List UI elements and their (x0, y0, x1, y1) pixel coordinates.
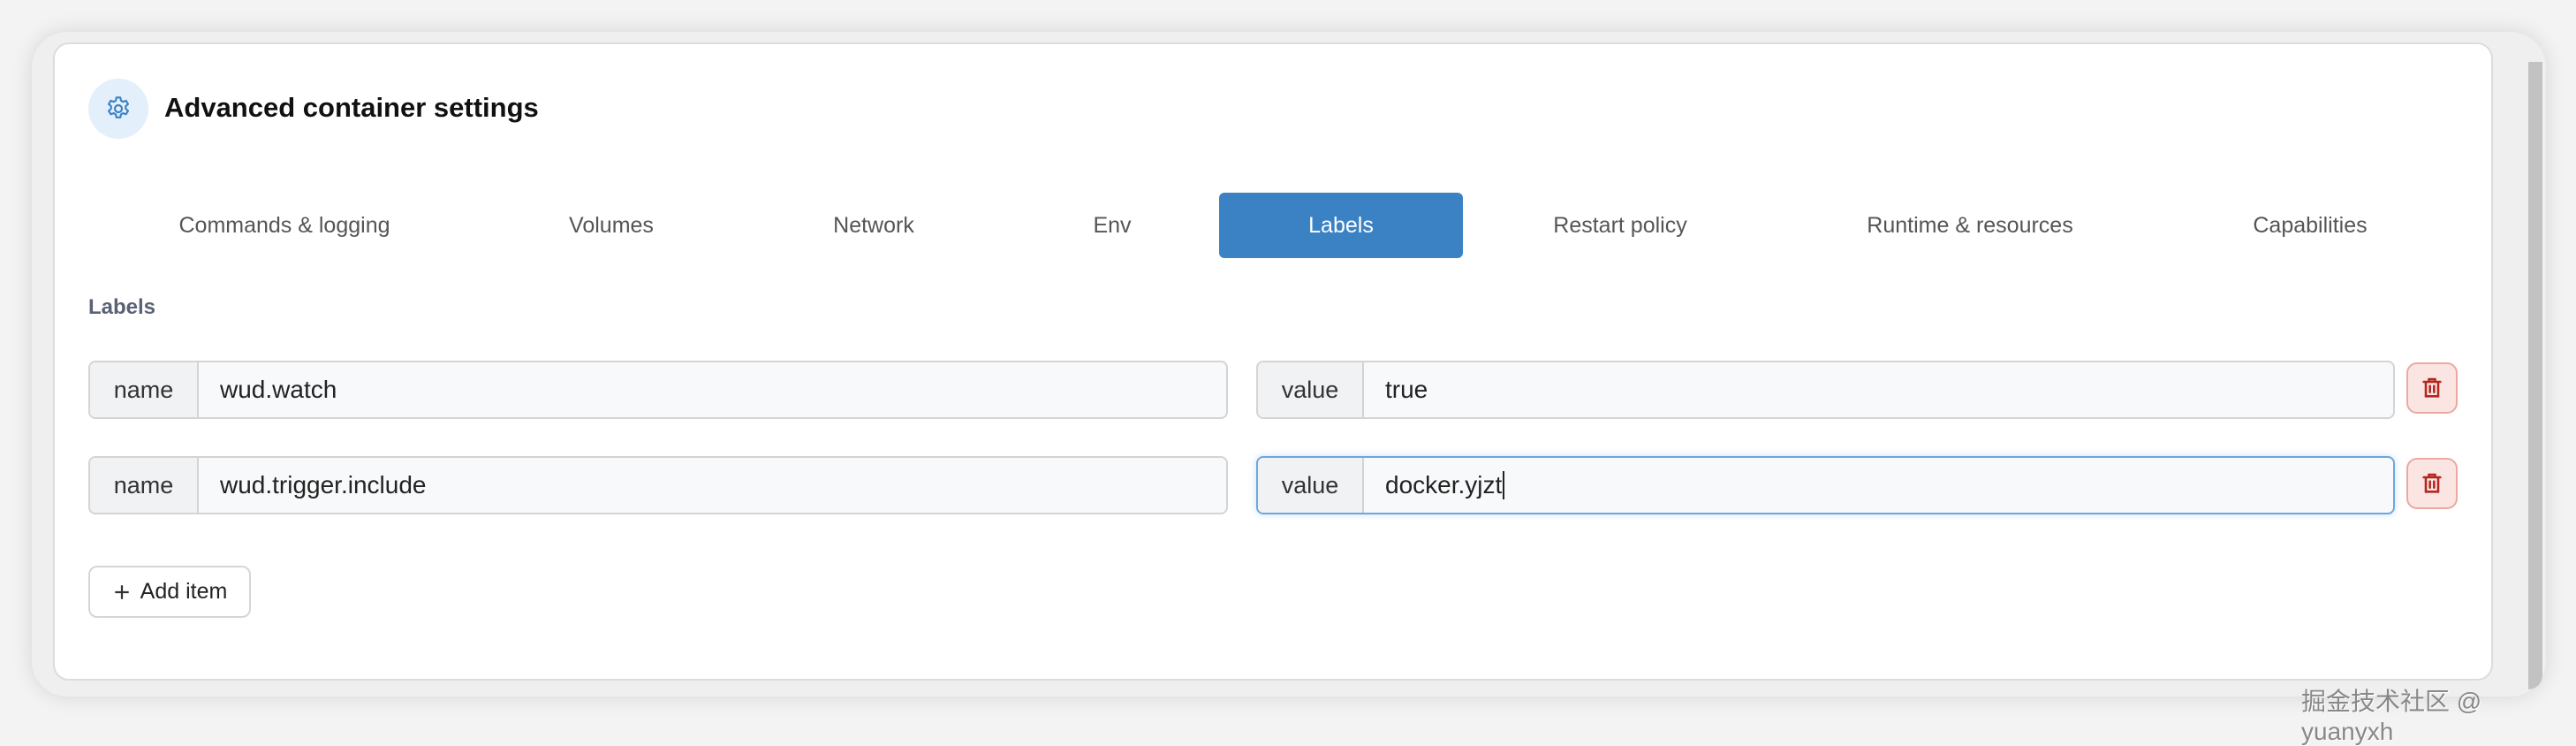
delete-label-button[interactable] (2406, 362, 2458, 414)
label-value-input[interactable]: true (1364, 362, 2393, 417)
gear-icon (88, 79, 148, 139)
tab-capabilities[interactable]: Capabilities (2151, 193, 2469, 258)
label-value-group: value true (1256, 361, 2395, 419)
label-name-input[interactable]: wud.watch (199, 362, 1226, 417)
name-addon: name (90, 362, 199, 417)
tab-commands-logging[interactable]: Commands & logging (125, 193, 443, 258)
text-cursor (1503, 471, 1505, 499)
tab-labels[interactable]: Labels (1219, 193, 1463, 258)
trash-icon (2422, 377, 2442, 398)
name-addon: name (90, 458, 199, 513)
add-item-label: Add item (140, 579, 228, 604)
label-name-input[interactable]: wud.trigger.include (199, 458, 1226, 513)
scrollbar[interactable] (2528, 62, 2542, 689)
section-title: Labels (88, 295, 156, 319)
label-value-group: value docker.yjzt (1256, 456, 2395, 514)
label-name-group: name wud.trigger.include (88, 456, 1228, 514)
plus-icon (114, 584, 129, 599)
tab-runtime-resources[interactable]: Runtime & resources (1811, 193, 2129, 258)
label-value-input[interactable]: docker.yjzt (1364, 458, 2393, 513)
label-value-text: docker.yjzt (1385, 471, 1503, 499)
page-title: Advanced container settings (164, 92, 539, 123)
tab-restart-policy[interactable]: Restart policy (1461, 193, 1779, 258)
watermark: 掘金技术社区 @ yuanyxh (2301, 688, 2482, 745)
add-item-button[interactable]: Add item (88, 566, 251, 618)
delete-label-button[interactable] (2406, 458, 2458, 509)
value-addon: value (1258, 362, 1364, 417)
value-addon: value (1258, 458, 1364, 513)
label-name-group: name wud.watch (88, 361, 1228, 419)
trash-icon (2422, 473, 2442, 493)
